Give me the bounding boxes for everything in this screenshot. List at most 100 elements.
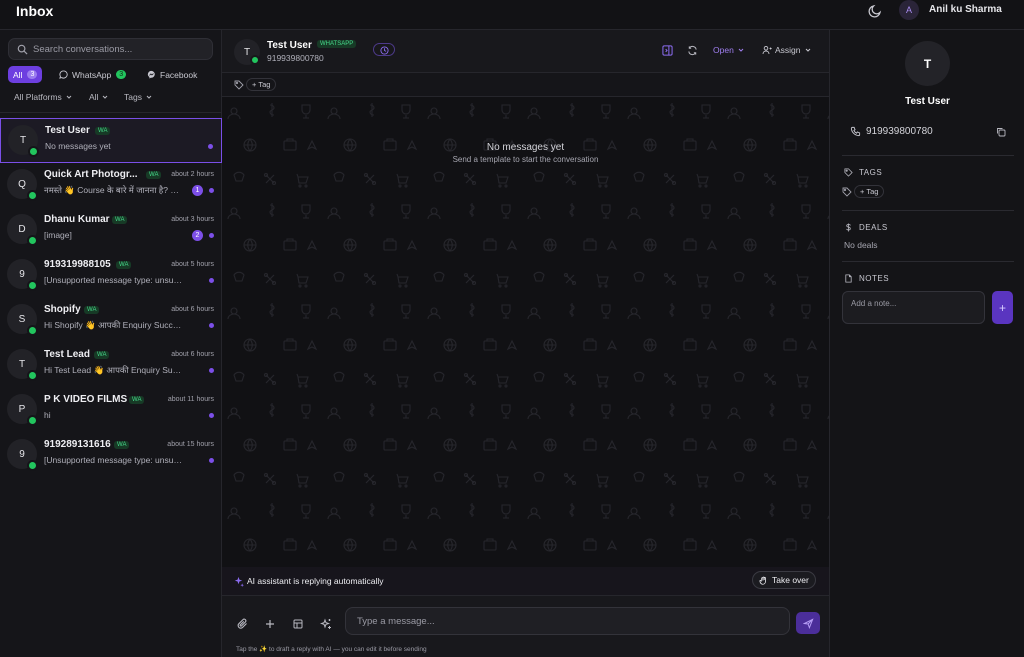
conversation-name: Quick Art Photogr... (44, 169, 138, 180)
chevron-down-icon (146, 95, 152, 99)
conversation-item[interactable]: T Test User WA No messages yet (0, 118, 222, 163)
copy-icon[interactable] (996, 127, 1006, 137)
status-dot (209, 188, 214, 193)
conversation-preview: Hi Test Lead 👋 आपकी Enquiry Succes... (44, 365, 184, 375)
conversation-name: P K VIDEO FILMS (44, 394, 128, 405)
sidebar-toggle-icon[interactable] (662, 45, 673, 56)
chevron-down-icon (66, 95, 72, 99)
tags-dropdown[interactable]: Tags (124, 92, 153, 102)
search-box[interactable] (8, 38, 213, 60)
conversation-item[interactable]: 9 919319988105 WA about 5 hours [Unsuppo… (0, 253, 222, 298)
status-dropdown[interactable]: All (89, 92, 109, 102)
message-input-box[interactable] (345, 607, 790, 635)
take-over-label: Take over (772, 575, 809, 585)
conversation-item[interactable]: P P K VIDEO FILMS WA about 11 hours hi (0, 388, 222, 433)
platform-tag: WA (112, 216, 128, 224)
conversation-name: Test User (45, 125, 90, 136)
tags-section-header: TAGS (844, 168, 882, 177)
filter-tab-all[interactable]: All 3 (8, 66, 43, 83)
paperclip-icon[interactable] (237, 618, 249, 630)
platform-tag: WA (95, 127, 111, 135)
filter-tab-label: Facebook (160, 69, 198, 80)
unread-count-badge: 2 (192, 230, 203, 241)
note-box[interactable] (842, 291, 985, 324)
conversation-item[interactable]: T Test Lead WA about 6 hours Hi Test Lea… (0, 343, 222, 388)
conversation-item[interactable]: Q Quick Art Photogr... WA about 2 hours … (0, 163, 222, 208)
platform-tag: WA (129, 396, 145, 404)
platform-dropdown[interactable]: All Platforms (14, 92, 73, 102)
whatsapp-badge-icon (27, 370, 38, 381)
section-label: DEALS (859, 223, 888, 232)
filter-tab-whatsapp[interactable]: WhatsApp 3 (59, 66, 127, 83)
conversation-item[interactable]: D Dhanu Kumar WA about 3 hours [image] 2 (0, 208, 222, 253)
ai-assistant-bar: AI assistant is replying automatically T… (222, 567, 829, 595)
whatsapp-badge-icon (27, 190, 38, 201)
filter-tab-facebook[interactable]: Facebook (147, 66, 197, 83)
ai-status-text: AI assistant is replying automatically (247, 576, 384, 586)
phone-icon (850, 126, 861, 137)
add-tag-button[interactable]: + Tag (246, 78, 277, 91)
ai-sparkles-icon[interactable] (320, 618, 332, 630)
note-input[interactable] (851, 292, 976, 314)
contact-name: Test User (267, 40, 312, 51)
chevron-down-icon (738, 48, 744, 52)
section-label: NOTES (859, 274, 890, 283)
refresh-icon[interactable] (687, 45, 698, 56)
conversation-preview: No messages yet (45, 141, 111, 151)
conversation-time: about 11 hours (167, 396, 214, 403)
contact-phone: 919939800780 (267, 53, 324, 63)
conversation-preview: Hi Shopify 👋 आपकी Enquiry Successf... (44, 320, 184, 330)
whatsapp-badge-icon (27, 235, 38, 246)
contact-details-panel: T Test User 919939800780 TAGS + Tag DEAL… (829, 30, 1024, 657)
note-icon (845, 274, 852, 283)
status-dropdown[interactable]: Open (713, 45, 745, 55)
search-input[interactable] (33, 39, 203, 59)
add-note-button[interactable]: + (992, 291, 1013, 324)
add-tag-button[interactable]: + Tag (854, 185, 885, 198)
user-avatar[interactable]: A (899, 0, 919, 20)
page-title: Inbox (16, 3, 54, 19)
empty-state-subtitle: Send a template to start the conversatio… (452, 155, 599, 164)
platform-tag: WA (84, 306, 100, 314)
sparkles-icon (234, 576, 244, 587)
contact-avatar: T (905, 41, 950, 86)
filter-tab-label: All (13, 69, 23, 80)
user-plus-icon (762, 45, 772, 55)
conversation-item[interactable]: S Shopify WA about 6 hours Hi Shopify 👋 … (0, 298, 222, 343)
divider (842, 155, 1014, 156)
chevron-down-icon (805, 48, 810, 52)
whatsapp-badge-icon (27, 415, 38, 426)
conversation-name: Test Lead (44, 349, 90, 360)
contact-name: Test User (905, 96, 950, 107)
assign-dropdown[interactable]: Assign (762, 45, 812, 55)
tag-icon (844, 168, 853, 177)
empty-state-title: No messages yet (486, 142, 565, 153)
dropdown-label: Tags (124, 92, 142, 102)
conversation-item[interactable]: 9 919289131616 WA about 15 hours [Unsupp… (0, 433, 222, 478)
conversation-time: about 3 hours (171, 216, 214, 223)
theme-toggle-icon[interactable] (867, 3, 883, 19)
platform-tag: WA (146, 171, 162, 179)
count-badge: 3 (116, 70, 127, 79)
assign-label: Assign (775, 45, 801, 55)
status-dot (209, 233, 214, 238)
count-badge: 3 (27, 70, 38, 79)
status-dot (209, 413, 214, 418)
send-button[interactable] (796, 612, 820, 634)
tag-icon (234, 80, 244, 90)
filter-tab-label: WhatsApp (72, 69, 112, 80)
take-over-button[interactable]: Take over (752, 571, 816, 589)
template-icon[interactable] (292, 618, 304, 630)
user-name[interactable]: Anil ku Sharma (929, 4, 1002, 15)
status-dot (209, 458, 214, 463)
status-dot (209, 278, 214, 283)
platform-tag: WHATSAPP (317, 40, 357, 48)
schedule-button[interactable] (373, 43, 395, 56)
chat-background-pattern (222, 97, 829, 567)
section-label: TAGS (859, 168, 883, 177)
divider (842, 210, 1014, 211)
plus-icon[interactable] (264, 618, 276, 630)
divider (0, 112, 222, 113)
message-input[interactable] (357, 608, 777, 634)
messenger-icon (147, 70, 155, 79)
